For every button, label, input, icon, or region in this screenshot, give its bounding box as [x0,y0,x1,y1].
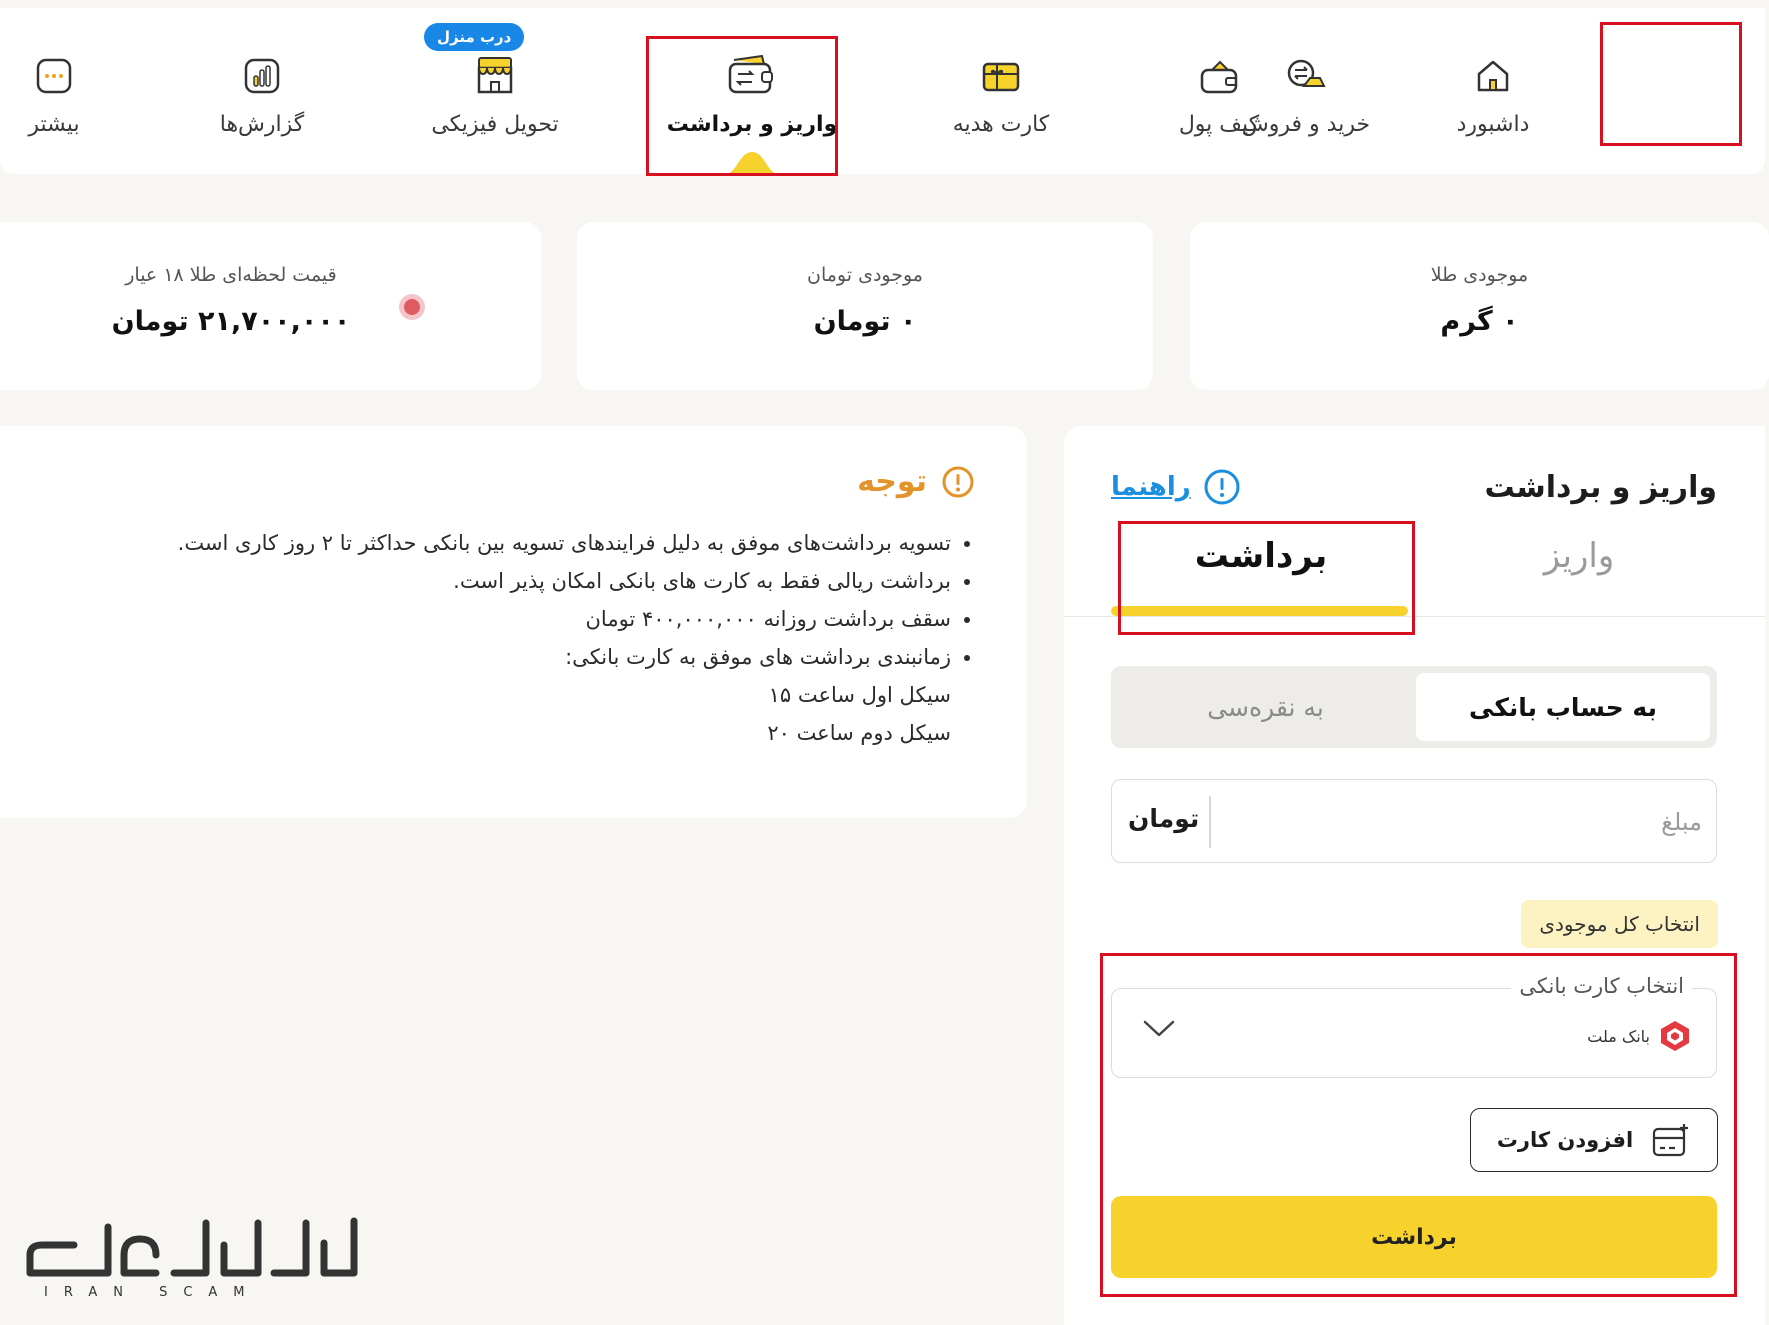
gold-balance-label: موجودی طلا [1430,264,1529,286]
gold-balance-value: ۰ گرم [1440,306,1519,337]
notice-item: تسویه برداشت‌های موفق به دلیل فرایندهای … [178,530,951,557]
help-label[interactable]: راهنما [1111,472,1191,502]
selected-bank-name: بانک ملت [1587,1026,1650,1046]
watermark-subtext: IRAN SCAM [44,1285,261,1300]
add-card-icon [1653,1124,1689,1157]
amount-input[interactable] [1212,794,1702,850]
notice-item: سقف برداشت روزانه ۴۰۰,۰۰۰,۰۰۰ تومان [178,606,952,633]
toman-balance-label: موجودی تومان [807,264,923,286]
bank-card-select-label: انتخاب کارت بانکی [1511,974,1692,998]
withdraw-submit-button[interactable]: برداشت [1111,1196,1717,1278]
nav-item-reports[interactable]: گزارش‌ها [212,8,312,174]
more-icon [26,48,82,104]
toman-balance-value: ۰ تومان [813,306,917,337]
watermark-logo: IRAN SCAM [24,1215,372,1303]
help-link[interactable]: راهنما [1111,468,1241,506]
amount-unit: تومان [1128,804,1200,833]
info-icon [1204,469,1240,505]
warning-icon [942,466,974,497]
live-price-value: ۲۱,۷۰۰,۰۰۰ تومان [111,306,351,337]
notice-cycle: سیکل اول ساعت ۱۵ [768,683,951,707]
nav-label: کارت هدیه [952,112,1050,137]
gold-balance-card: موجودی طلا ۰ گرم [1190,222,1769,390]
notice-item: برداشت ریالی فقط به کارت های بانکی امکان… [178,568,951,595]
mellat-bank-logo-icon [1661,1021,1689,1051]
nav-item-deposit-withdraw[interactable]: واریز و برداشت [662,8,842,174]
nav-label: داشبورد [1456,112,1530,137]
gift-card-icon [973,48,1029,104]
nav-label: بیشتر [28,112,80,137]
tabs-divider [1064,616,1765,617]
deposit-withdraw-panel: واریز و برداشت راهنما واریز برداشت به حس… [1064,426,1765,1325]
selected-bank: بانک ملت [1587,1019,1692,1053]
nav-item-dashboard[interactable]: داشبورد [1438,8,1548,174]
live-price-label: قیمت لحظه‌ای طلا ۱۸ عیار [125,264,337,286]
top-navigation: داشبورد خرید و فروش کیف پول کارت هدیه وا… [0,8,1765,174]
active-indicator [725,152,779,174]
deposit-withdraw-icon [724,48,780,104]
home-icon [1465,48,1521,104]
bank-card-select[interactable]: انتخاب کارت بانکی بانک ملت [1111,974,1717,1078]
tab-withdraw[interactable]: برداشت [1114,536,1408,598]
notice-cycle: سیکل دوم ساعت ۲۰ [767,721,951,745]
destination-toggle: به حساب بانکی به نقره‌سی [1111,666,1717,748]
exchange-icon [1278,48,1334,104]
nav-label: تحویل فیزیکی [431,112,559,137]
toman-balance-card: موجودی تومان ۰ تومان [577,222,1153,390]
chevron-down-icon[interactable] [1142,1019,1176,1039]
notice-title: توجه [857,464,927,499]
panel-title: واریز و برداشت [1484,470,1717,505]
add-card-button[interactable]: افزودن کارت [1470,1108,1718,1172]
amount-field: تومان [1111,779,1717,863]
nav-item-gift-card[interactable]: کارت هدیه [946,8,1056,174]
wallet-icon [1191,48,1247,104]
select-all-balance-button[interactable]: انتخاب کل موجودی [1521,900,1718,948]
notice-panel: توجه تسویه برداشت‌های موفق به دلیل فراین… [0,426,1027,818]
nav-label: واریز و برداشت [666,112,838,137]
nav-item-wallet[interactable]: کیف پول [1174,8,1264,174]
add-card-label: افزودن کارت [1496,1128,1634,1152]
report-icon [234,48,290,104]
notice-item: زمانبندی برداشت های موفق به کارت بانکی: [178,644,951,671]
tab-deposit[interactable]: واریز [1434,536,1724,598]
notice-heading: توجه [857,464,975,499]
nav-label: کیف پول [1178,112,1260,137]
active-tab-underline [1111,606,1408,616]
notice-list: تسویه برداشت‌های موفق به دلیل فرایندهای … [178,530,951,758]
home-delivery-badge: درب منزل [424,23,525,51]
destination-bank-account-button[interactable]: به حساب بانکی [1416,673,1710,741]
nav-label: گزارش‌ها [219,112,305,137]
store-icon [467,48,523,104]
amount-separator [1209,796,1211,848]
destination-noghresi-button[interactable]: به نقره‌سی [1118,673,1413,741]
live-indicator-dot [399,294,425,320]
live-price-card: قیمت لحظه‌ای طلا ۱۸ عیار ۲۱,۷۰۰,۰۰۰ توما… [0,222,541,390]
nav-item-more[interactable]: بیشتر [14,8,94,174]
